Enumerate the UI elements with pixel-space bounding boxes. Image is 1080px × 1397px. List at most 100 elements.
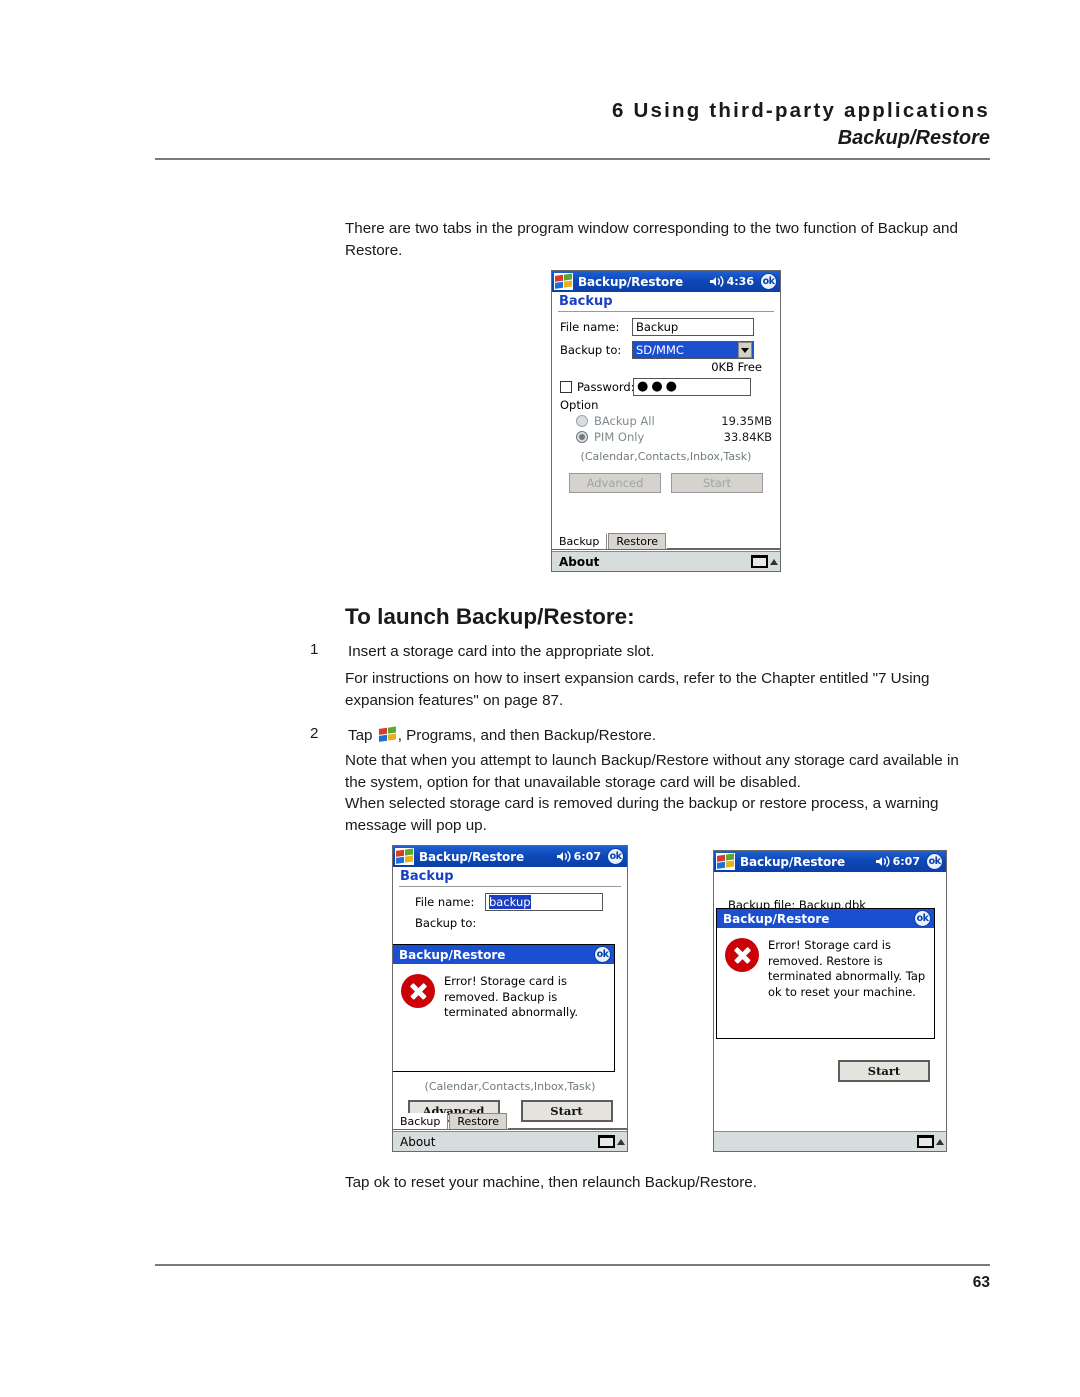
pda1-radio-backup-all-label: BAckup All xyxy=(594,414,655,428)
pda1-pim-note: (Calendar,Contacts,Inbox,Task) xyxy=(580,450,752,463)
chevron-up-icon[interactable] xyxy=(936,1138,944,1145)
screenshot-backup-error-window: Backup/Restore 6:07 ok Backup File name:… xyxy=(392,845,628,1152)
pda2-file-name-label: File name: xyxy=(415,895,475,909)
pda2-error-dialog: Backup/Restore ok Error! Storage card is… xyxy=(393,944,615,1072)
pda3-dialog-body: Error! Storage card is removed. Restore … xyxy=(717,928,934,1008)
pda1-file-name-row: File name: Backup xyxy=(560,318,772,336)
screenshot-restore-error-window: Backup/Restore 6:07 ok Backup file: Back… xyxy=(713,850,947,1152)
pda2-tab-restore[interactable]: Restore xyxy=(449,1113,508,1129)
pda3-dialog-title: Backup/Restore xyxy=(723,911,830,926)
speaker-icon[interactable] xyxy=(709,275,724,288)
intro-paragraph: There are two tabs in the program window… xyxy=(345,220,958,260)
pda1-tabstrip: Backup Restore xyxy=(552,533,780,550)
pda2-tab-filler xyxy=(508,1128,627,1129)
pda2-file-name-row: File name: backup xyxy=(415,893,619,911)
pda2-dialog-titlebar: Backup/Restore ok xyxy=(393,945,614,964)
pda1-password-checkbox[interactable] xyxy=(560,381,572,393)
section-title: Backup/Restore xyxy=(837,126,990,149)
pda1-backup-to-value: SD/MMC xyxy=(636,342,684,357)
pda2-file-name-value: backup xyxy=(489,895,531,909)
pda1-file-name-label: File name: xyxy=(560,320,620,334)
pda1-backup-to-row: Backup to: SD/MMC xyxy=(560,341,772,359)
speaker-icon[interactable] xyxy=(875,855,890,868)
pda2-tab-backup[interactable]: Backup xyxy=(396,1113,449,1129)
keyboard-icon[interactable] xyxy=(751,555,768,568)
pda2-dialog-title: Backup/Restore xyxy=(399,947,506,962)
pda2-tabstrip: Backup Restore xyxy=(393,1113,627,1130)
windows-logo-icon xyxy=(554,273,573,290)
pda2-about-button[interactable]: About xyxy=(400,1135,598,1149)
error-icon xyxy=(725,938,759,972)
pda1-password-input[interactable]: ●●● xyxy=(633,378,751,396)
pda1-button-row: Advanced Start xyxy=(560,473,772,493)
chevron-up-icon[interactable] xyxy=(770,558,778,565)
pda1-radio-backup-all[interactable]: BAckup All 19.35MB xyxy=(560,414,772,428)
keyboard-icon[interactable] xyxy=(598,1135,615,1148)
speaker-icon[interactable] xyxy=(556,850,571,863)
step-2-note2-block: When selected storage card is removed du… xyxy=(345,793,973,837)
step-2-number: 2 xyxy=(310,725,319,742)
pda1-radio-pim-only-label: PIM Only xyxy=(594,430,645,444)
pda1-start-button[interactable]: Start xyxy=(671,473,763,493)
chevron-down-icon[interactable] xyxy=(738,342,752,358)
keyboard-icon[interactable] xyxy=(917,1135,934,1148)
screenshot-backup-window: Backup/Restore 4:36 ok Backup File name:… xyxy=(551,270,781,572)
step-2-note2: When selected storage card is removed du… xyxy=(345,795,939,835)
pda1-advanced-button[interactable]: Advanced xyxy=(569,473,661,493)
pda1-file-name-input[interactable]: Backup xyxy=(632,318,754,336)
error-icon xyxy=(401,974,435,1008)
pda2-tab-header: Backup xyxy=(400,869,454,884)
pda3-title: Backup/Restore xyxy=(740,854,846,869)
pda2-form: File name: backup Backup to: xyxy=(393,887,627,930)
page-header: 6 Using third-party applications Backup/… xyxy=(155,98,990,150)
step-2-prefix: Tap xyxy=(348,727,373,744)
pda3-titlebar: Backup/Restore 6:07 ok xyxy=(714,851,946,872)
step-2-text: Tap , Programs, and then Backup/Restore. xyxy=(348,725,955,747)
launch-heading-block: To launch Backup/Restore: xyxy=(345,604,973,630)
pda1-tab-header: Backup xyxy=(559,294,613,309)
pda1-form: File name: Backup Backup to: SD/MMC 0KB … xyxy=(552,312,780,493)
pda2-pim-note: (Calendar,Contacts,Inbox,Task) xyxy=(424,1080,596,1093)
pda2-dialog-ok-button[interactable]: ok xyxy=(594,946,611,963)
radio-selected-icon[interactable] xyxy=(576,431,588,443)
pda1-ok-button[interactable]: ok xyxy=(760,273,777,290)
pda3-button-row: Start xyxy=(838,1060,930,1082)
chapter-title: 6 Using third-party applications xyxy=(612,99,990,122)
pda1-about-button[interactable]: About xyxy=(559,555,751,569)
step-2-suffix: , Programs, and then Backup/Restore. xyxy=(397,727,657,744)
pda2-title: Backup/Restore xyxy=(419,849,525,864)
pda3-content: Backup file: Backup.dbk xyxy=(714,872,946,912)
pda1-backup-to-select[interactable]: SD/MMC xyxy=(632,341,754,359)
pda1-tab-filler xyxy=(667,548,780,549)
pda3-ok-button[interactable]: ok xyxy=(926,853,943,870)
pda1-password-label: Password: xyxy=(577,380,635,394)
pda1-tab-backup[interactable]: Backup xyxy=(555,533,608,549)
pda2-ok-button[interactable]: ok xyxy=(607,848,624,865)
pda3-start-button[interactable]: Start xyxy=(838,1060,930,1082)
pda3-dialog-ok-button[interactable]: ok xyxy=(914,910,931,927)
pda2-clock[interactable]: 6:07 xyxy=(574,850,601,863)
pda2-file-name-input[interactable]: backup xyxy=(485,893,603,911)
chevron-up-icon[interactable] xyxy=(617,1138,625,1145)
windows-start-icon xyxy=(377,726,397,743)
pda1-pim-only-size: 33.84KB xyxy=(723,430,772,444)
pda2-backup-to-row: Backup to: xyxy=(415,916,619,930)
page-number: 63 xyxy=(972,1274,990,1291)
radio-icon[interactable] xyxy=(576,415,588,427)
step-2-note1: Note that when you attempt to launch Bac… xyxy=(345,752,959,792)
pda1-taskbar: About xyxy=(552,551,780,571)
header-divider xyxy=(155,158,990,160)
pda1-free-space: 0KB Free xyxy=(711,360,762,374)
pda1-radio-pim-only[interactable]: PIM Only 33.84KB xyxy=(560,430,772,444)
closing-paragraph-block: Tap ok to reset your machine, then relau… xyxy=(345,1172,973,1194)
pda2-dialog-message: Error! Storage card is removed. Backup i… xyxy=(444,974,579,1020)
pda1-clock[interactable]: 4:36 xyxy=(727,275,754,288)
windows-logo-icon xyxy=(395,848,414,865)
pda1-tab-restore[interactable]: Restore xyxy=(608,533,667,549)
pda1-backup-to-label: Backup to: xyxy=(560,343,622,357)
step-2-note1-block: Note that when you attempt to launch Bac… xyxy=(345,750,973,794)
pda2-taskbar: About xyxy=(393,1131,627,1151)
step-1-text: Insert a storage card into the appropria… xyxy=(348,643,655,660)
pda3-clock[interactable]: 6:07 xyxy=(893,855,920,868)
page-heading: To launch Backup/Restore: xyxy=(345,604,635,629)
